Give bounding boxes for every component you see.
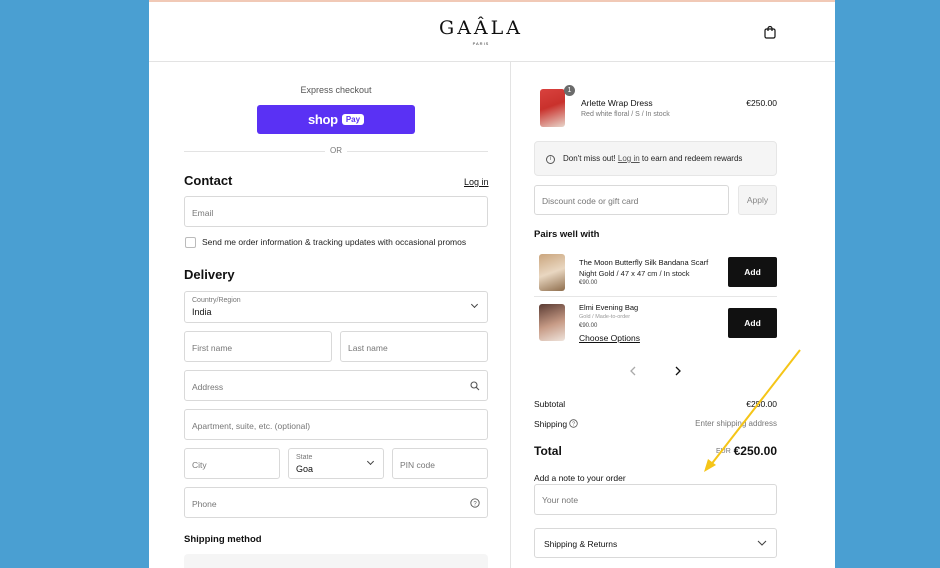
add-recommendation-button[interactable]: Add	[728, 308, 777, 338]
shop-pay-button[interactable]: shop Pay	[257, 105, 415, 134]
help-circle-icon[interactable]: ?	[569, 419, 578, 428]
brand-logo[interactable]: GAÂLA	[437, 17, 525, 39]
svg-text:?: ?	[572, 422, 575, 428]
shipping-returns-label: Shipping & Returns	[544, 539, 618, 549]
product-thumbnail	[540, 89, 565, 127]
discount-code-field[interactable]: Discount code or gift card	[534, 185, 729, 215]
pin-code-field[interactable]: PIN code	[392, 448, 488, 479]
rewards-login-link[interactable]: Log in	[618, 154, 640, 163]
shipping-label: Shipping	[534, 419, 568, 429]
state-value: Goa	[296, 464, 314, 474]
recommendation-price: €90.00	[579, 323, 598, 329]
order-note-placeholder: Your note	[542, 495, 579, 505]
country-select[interactable]: Country/Region India	[184, 291, 488, 323]
site-header: GAÂLA PARIS	[149, 2, 835, 62]
first-name-placeholder: First name	[192, 343, 233, 353]
promo-checkbox[interactable]	[185, 237, 196, 248]
order-summary-column: 1 Arlette Wrap Dress Red white floral / …	[511, 62, 835, 568]
chevron-down-icon	[470, 300, 479, 309]
login-link[interactable]: Log in	[464, 177, 489, 187]
last-name-field[interactable]: Last name	[340, 331, 488, 362]
pin-code-placeholder: PIN code	[400, 460, 435, 470]
recommendation-variant: Night Gold / 47 x 47 cm / In stock	[579, 269, 690, 278]
order-note-field[interactable]: Your note	[534, 484, 777, 515]
apartment-field[interactable]: Apartment, suite, etc. (optional)	[184, 409, 488, 440]
shipping-method-placeholder-box	[184, 554, 488, 568]
checkout-form-column: Express checkout shop Pay OR Contact Log…	[149, 62, 511, 568]
phone-placeholder: Phone	[192, 499, 217, 509]
subtotal-value: €250.00	[746, 399, 777, 409]
subtotal-label: Subtotal	[534, 399, 566, 409]
info-icon: i	[546, 155, 555, 164]
chevron-left-icon[interactable]	[629, 366, 637, 376]
express-checkout-label: Express checkout	[300, 85, 372, 95]
recommendation-name[interactable]: The Moon Butterfly Silk Bandana Scarf	[579, 258, 708, 267]
pairs-well-with-heading: Pairs well with	[534, 229, 600, 240]
total-label: Total	[534, 444, 562, 458]
email-placeholder: Email	[192, 208, 214, 218]
shop-pay-pill: Pay	[341, 114, 365, 125]
shopping-bag-icon[interactable]	[764, 25, 776, 39]
email-field[interactable]: Email	[184, 196, 488, 227]
delivery-heading: Delivery	[184, 267, 235, 282]
help-circle-icon[interactable]: ?	[470, 498, 480, 508]
recommendation-divider	[534, 296, 777, 297]
choose-options-link[interactable]: Choose Options	[579, 333, 640, 343]
rewards-notice-text: Don't miss out! Log in to earn and redee…	[563, 154, 742, 163]
contact-heading: Contact	[184, 173, 233, 188]
recommendation-variant: Gold / Made-to-order	[579, 314, 631, 320]
shipping-returns-accordion[interactable]: Shipping & Returns	[534, 528, 777, 558]
rewards-notice: i Don't miss out! Log in to earn and red…	[534, 141, 777, 176]
rewards-notice-prefix: Don't miss out!	[563, 154, 618, 163]
last-name-placeholder: Last name	[348, 343, 388, 353]
total-value: €250.00	[733, 444, 777, 458]
recommendation-name[interactable]: Elmi Evening Bag	[579, 303, 638, 312]
state-select[interactable]: State Goa	[288, 448, 384, 479]
first-name-field[interactable]: First name	[184, 331, 332, 362]
checkout-page: GAÂLA PARIS Express checkout shop Pay OR…	[149, 0, 835, 568]
or-label: OR	[325, 146, 347, 155]
country-label: Country/Region	[192, 297, 241, 304]
shop-pay-wordmark: shop	[307, 112, 338, 127]
rewards-notice-suffix: to earn and redeem rewards	[639, 154, 743, 163]
quantity-badge: 1	[564, 85, 575, 96]
order-note-label: Add a note to your order	[534, 473, 626, 483]
city-placeholder: City	[192, 460, 207, 470]
state-label: State	[296, 454, 313, 461]
chevron-down-icon	[366, 457, 375, 466]
recommendation-price: €90.00	[579, 280, 598, 286]
product-name: Arlette Wrap Dress	[581, 98, 653, 108]
chevron-down-icon	[757, 540, 767, 546]
shipping-method-heading: Shipping method	[184, 534, 262, 545]
chevron-right-icon[interactable]	[674, 366, 682, 376]
phone-field[interactable]: Phone ?	[184, 487, 488, 518]
product-variant: Red white floral / S / In stock	[581, 111, 670, 118]
brand-logo-subtitle: PARIS	[472, 41, 490, 46]
recommendation-thumbnail[interactable]	[539, 254, 565, 291]
promo-checkbox-label: Send me order information & tracking upd…	[202, 237, 467, 247]
product-price: €250.00	[746, 98, 777, 108]
address-placeholder: Address	[192, 382, 224, 392]
add-recommendation-button[interactable]: Add	[728, 257, 777, 287]
apartment-placeholder: Apartment, suite, etc. (optional)	[192, 421, 311, 431]
discount-code-placeholder: Discount code or gift card	[542, 196, 639, 206]
search-icon	[470, 381, 480, 391]
country-value: India	[192, 307, 212, 317]
apply-discount-button[interactable]: Apply	[738, 185, 777, 215]
city-field[interactable]: City	[184, 448, 280, 479]
shipping-value: Enter shipping address	[695, 419, 777, 428]
recommendation-thumbnail[interactable]	[539, 304, 565, 341]
address-field[interactable]: Address	[184, 370, 488, 401]
